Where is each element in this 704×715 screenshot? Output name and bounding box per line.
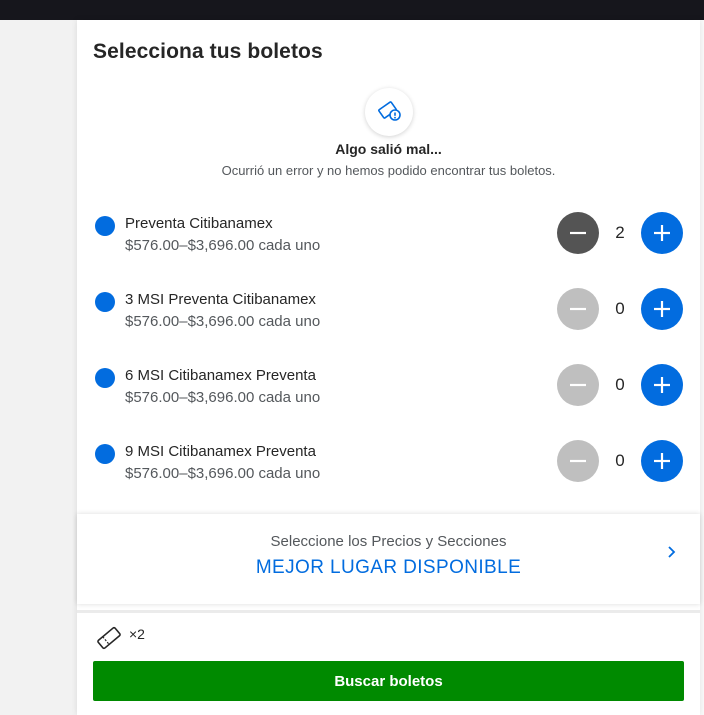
decrease-quantity-button[interactable]: [557, 288, 599, 330]
ticket-quantity: 0: [615, 451, 625, 470]
plus-icon: [654, 225, 670, 241]
increase-quantity-button[interactable]: [641, 212, 683, 254]
ticket-icon: [97, 626, 121, 650]
ticket-price: $576.00–$3,696.00 cada uno: [125, 465, 321, 482]
minus-icon: [570, 307, 586, 311]
decrease-quantity-button[interactable]: [557, 212, 599, 254]
plus-icon: [654, 377, 670, 393]
chevron-right-icon: [668, 546, 676, 558]
ticket-name: Preventa Citibanamex: [125, 215, 273, 232]
increase-quantity-button[interactable]: [641, 288, 683, 330]
ticket-quantity: 0: [615, 299, 625, 318]
ticket-name: 3 MSI Preventa Citibanamex: [125, 291, 316, 308]
ticket-count: ×2: [129, 626, 145, 642]
search-tickets-button[interactable]: Buscar boletos: [93, 661, 684, 701]
top-bar: [0, 0, 704, 20]
ticket-row: 6 MSI Citibanamex Preventa $576.00–$3,696…: [77, 364, 700, 425]
error-title: Algo salió mal...: [335, 141, 442, 157]
increase-quantity-button[interactable]: [641, 364, 683, 406]
plus-icon: [654, 301, 670, 317]
ticket-row: 3 MSI Preventa Citibanamex $576.00–$3,696…: [77, 288, 700, 349]
plus-icon: [654, 453, 670, 469]
best-available-label: MEJOR LUGAR DISPONIBLE: [255, 557, 522, 578]
ticket-type-dot: [95, 292, 115, 312]
panel-title: Selecciona tus boletos: [93, 40, 323, 63]
minus-icon: [570, 383, 586, 387]
page-edge: [700, 20, 704, 715]
ticket-name: 6 MSI Citibanamex Preventa: [125, 367, 316, 384]
ticket-name: 9 MSI Citibanamex Preventa: [125, 443, 316, 460]
decrease-quantity-button[interactable]: [557, 364, 599, 406]
ticket-selection-panel: Selecciona tus boletos Algo salió mal...…: [77, 20, 700, 715]
ticket-price: $576.00–$3,696.00 cada uno: [125, 313, 321, 330]
minus-icon: [570, 231, 586, 235]
decrease-quantity-button[interactable]: [557, 440, 599, 482]
ticket-type-dot: [95, 368, 115, 388]
ticket-error-icon: [378, 101, 401, 121]
ticket-type-dot: [95, 444, 115, 464]
increase-quantity-button[interactable]: [641, 440, 683, 482]
error-message: Ocurrió un error y no hemos podido encon…: [221, 163, 556, 178]
error-icon-circle: [365, 88, 413, 136]
best-available-option[interactable]: Seleccione los Precios y Secciones MEJOR…: [77, 514, 700, 604]
ticket-quantity: 0: [615, 375, 625, 394]
ticket-type-dot: [95, 216, 115, 236]
divider: [77, 610, 700, 613]
ticket-price: $576.00–$3,696.00 cada uno: [125, 237, 321, 254]
ticket-row: 9 MSI Citibanamex Preventa $576.00–$3,696…: [77, 440, 700, 501]
ticket-row: Preventa Citibanamex $576.00–$3,696.00 ca…: [77, 212, 700, 273]
best-available-subtitle: Seleccione los Precios y Secciones: [270, 533, 507, 550]
ticket-price: $576.00–$3,696.00 cada uno: [125, 389, 321, 406]
ticket-quantity: 2: [615, 223, 625, 242]
minus-icon: [570, 459, 586, 463]
